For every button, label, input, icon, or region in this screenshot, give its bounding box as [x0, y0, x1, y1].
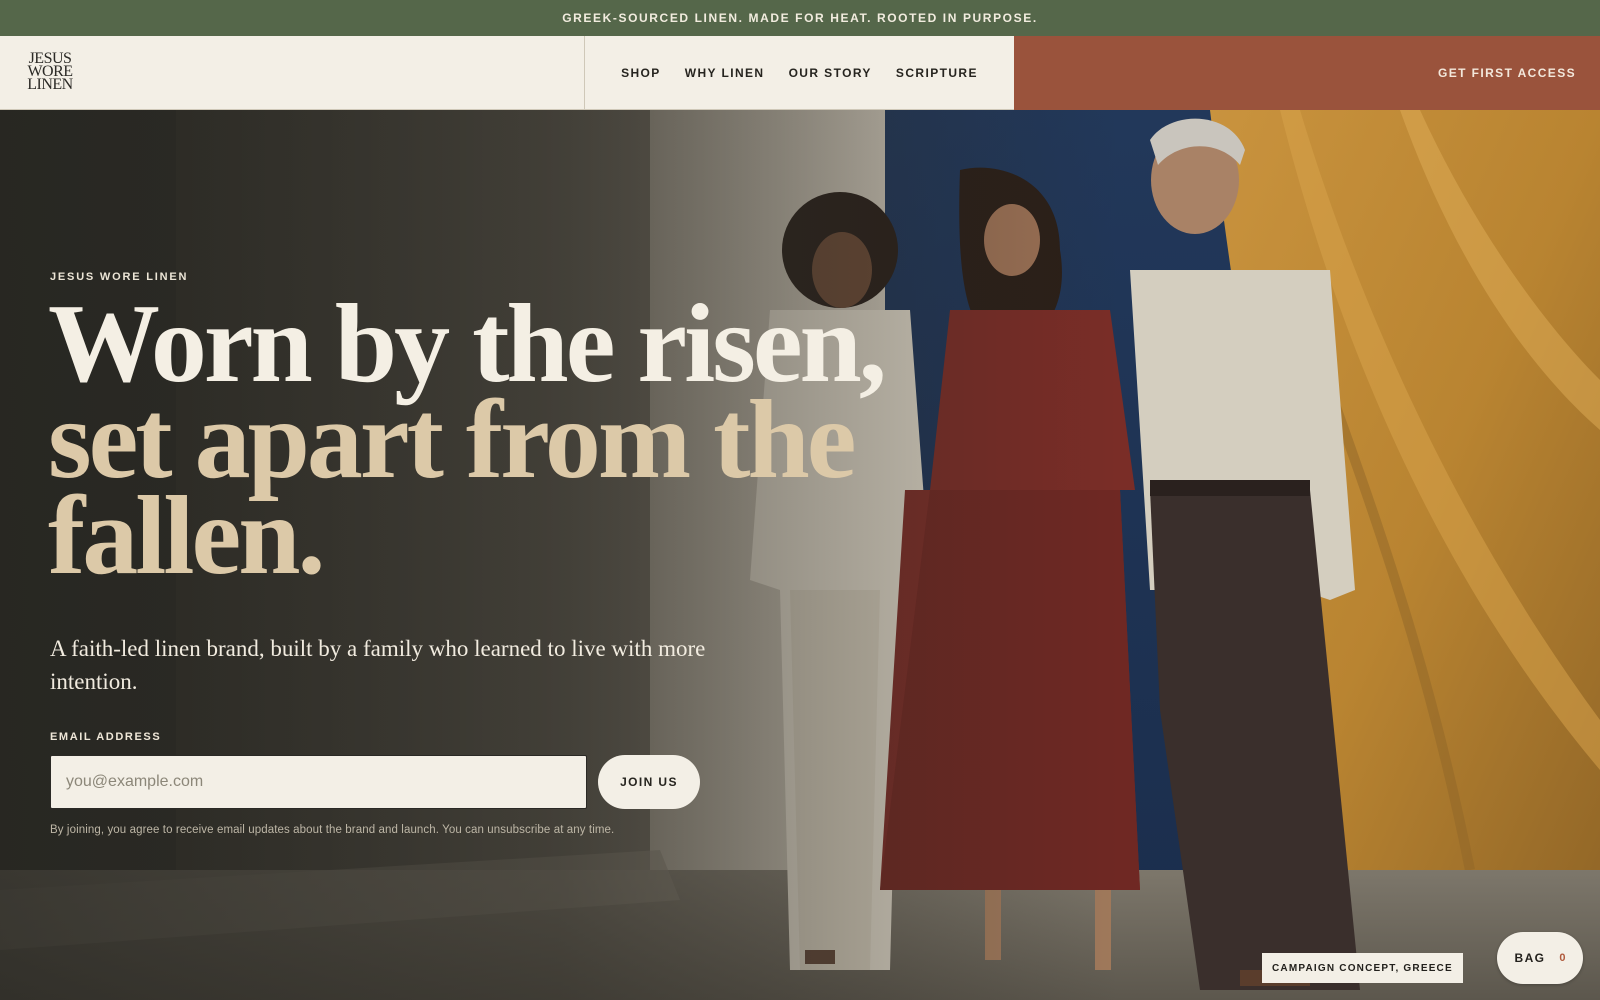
announcement-bar: GREEK-SOURCED LINEN. MADE FOR HEAT. ROOT… — [0, 0, 1600, 36]
nav-item-why-linen[interactable]: WHY LINEN — [685, 66, 765, 80]
brand-logo[interactable]: JESUS WORE LINEN — [23, 51, 77, 93]
site-header: JESUS WORE LINEN SHOP WHY LINEN OUR STOR… — [0, 36, 1600, 110]
email-input[interactable] — [50, 755, 587, 809]
logo-container: JESUS WORE LINEN — [0, 36, 585, 110]
email-disclaimer: By joining, you agree to receive email u… — [50, 824, 615, 836]
hero-headline: Worn by the risen, set apart from the fa… — [48, 288, 1048, 598]
hero-section: JESUS WORE LINEN Worn by the risen, set … — [0, 110, 1600, 1000]
nav-item-shop[interactable]: SHOP — [621, 66, 661, 80]
bag-button[interactable]: BAG 0 — [1497, 932, 1583, 984]
get-first-access-button[interactable]: GET FIRST ACCESS — [1438, 66, 1576, 80]
logo-line-3: LINEN — [27, 76, 73, 93]
nav-item-scripture[interactable]: SCRIPTURE — [896, 66, 978, 80]
bag-count: 0 — [1559, 952, 1566, 964]
email-label: EMAIL ADDRESS — [50, 731, 162, 743]
hero-subheadline: A faith-led linen brand, built by a fami… — [50, 636, 706, 694]
main-nav: SHOP WHY LINEN OUR STORY SCRIPTURE — [585, 36, 1014, 110]
join-us-button[interactable]: JOIN US — [598, 755, 700, 809]
bag-label: BAG — [1514, 951, 1546, 965]
announcement-text: GREEK-SOURCED LINEN. MADE FOR HEAT. ROOT… — [562, 11, 1038, 25]
photo-caption: CAMPAIGN CONCEPT, GREECE — [1262, 953, 1463, 983]
nav-item-our-story[interactable]: OUR STORY — [789, 66, 872, 80]
headline-line-3: fallen. — [48, 474, 326, 598]
cta-container: GET FIRST ACCESS — [1014, 36, 1600, 110]
